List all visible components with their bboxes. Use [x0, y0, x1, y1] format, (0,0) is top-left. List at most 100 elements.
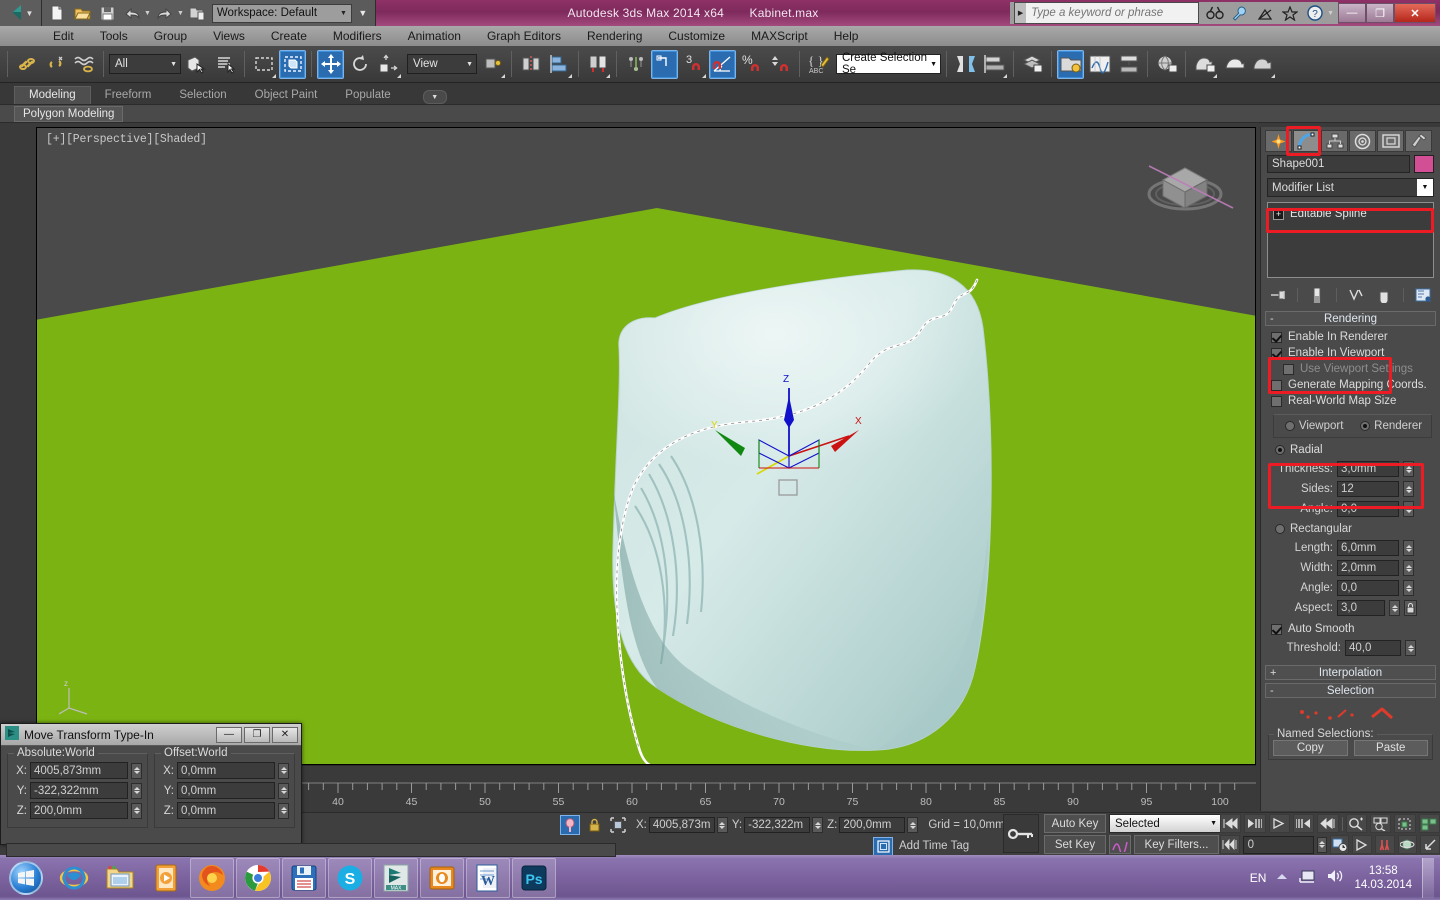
zoom-extents-all-icon[interactable] [1419, 814, 1440, 833]
go-to-end-icon[interactable] [1317, 814, 1338, 833]
aspect-input[interactable]: 3,0 [1337, 600, 1385, 616]
menu-item-help[interactable]: Help [821, 26, 872, 46]
spinner-icon[interactable] [1403, 560, 1414, 576]
coord-y-input[interactable]: -322,322m [744, 817, 810, 833]
spinner-icon[interactable] [1403, 540, 1414, 556]
application-button[interactable]: ▼ [0, 0, 42, 26]
offset-y-input[interactable]: 0,0mm [177, 782, 275, 799]
ribbon-tab-modeling[interactable]: Modeling [14, 86, 91, 104]
remove-modifier-icon[interactable] [1375, 287, 1393, 303]
spinner-icon[interactable] [1403, 461, 1414, 477]
menu-item-tools[interactable]: Tools [87, 26, 141, 46]
radial-angle-input[interactable]: 0,0 [1337, 501, 1399, 517]
material-editor-icon[interactable] [1153, 50, 1180, 79]
make-unique-icon[interactable] [1347, 287, 1365, 303]
chrome-icon[interactable] [236, 858, 280, 898]
selection-filter-combo[interactable]: All ▼ [109, 54, 181, 74]
configure-modifier-sets-icon[interactable] [1414, 287, 1432, 303]
clock[interactable]: 13:58 14.03.2014 [1354, 864, 1412, 892]
workspace-menu-icon[interactable]: ▼ [355, 8, 371, 18]
save-app-icon[interactable] [282, 858, 326, 898]
lock-aspect-icon[interactable] [1404, 600, 1417, 616]
save-icon[interactable] [96, 3, 118, 23]
radio-rectangular[interactable]: Rectangular [1271, 521, 1434, 537]
satellite-dish-icon[interactable] [1254, 3, 1276, 23]
viewport-perspective[interactable]: Z X Y [+][Perspective][Shaded] z [36, 127, 1256, 765]
angle-snap-toggle-icon[interactable] [709, 50, 736, 79]
show-desktop-button[interactable] [1422, 858, 1434, 898]
checkbox-use-viewport-settings[interactable]: Use Viewport Settings [1271, 361, 1434, 377]
object-name-field[interactable]: Shape001 [1267, 155, 1410, 173]
rollout-rendering-header[interactable]: - Rendering [1265, 311, 1436, 326]
snap-3-label[interactable]: 3 [680, 50, 707, 79]
orbit-icon[interactable] [1398, 835, 1418, 854]
display-tab[interactable] [1377, 130, 1404, 152]
stack-item-editable-spline[interactable]: + Editable Spline [1270, 205, 1431, 223]
undo-icon[interactable] [121, 3, 143, 23]
help-icon[interactable]: ? [1304, 3, 1326, 23]
modifier-list-combo[interactable]: Modifier List ▼ [1267, 178, 1434, 197]
length-input[interactable]: 6,0mm [1337, 540, 1399, 556]
start-button[interactable] [0, 858, 52, 898]
percent-snap-toggle-icon[interactable] [651, 50, 678, 79]
open-file-icon[interactable] [71, 3, 93, 23]
key-mode-toggle-small-icon[interactable] [1220, 835, 1240, 854]
spinner-icon[interactable] [131, 763, 142, 779]
search-input[interactable] [1026, 3, 1198, 23]
rendered-frame-window-icon[interactable] [1220, 50, 1247, 79]
spinner-icon[interactable] [1403, 501, 1414, 517]
zoom-icon[interactable] [1346, 814, 1367, 833]
window-crossing-toggle-icon[interactable] [279, 50, 306, 79]
isolate-selection-icon[interactable] [608, 815, 628, 835]
set-key-button[interactable]: Set Key [1044, 835, 1106, 854]
paste-button[interactable]: Paste [1354, 740, 1429, 756]
sub-object-level-buttons[interactable] [1265, 698, 1436, 730]
absolute-y-input[interactable]: -322,322mm [30, 782, 128, 799]
rect-angle-input[interactable]: 0,0 [1337, 580, 1399, 596]
select-and-scale-icon[interactable] [375, 50, 402, 79]
spinner-icon[interactable] [812, 817, 823, 833]
outlook-icon[interactable] [420, 858, 464, 898]
viewport-label[interactable]: [+][Perspective][Shaded] [46, 133, 207, 146]
spinner-icon[interactable] [278, 803, 289, 819]
modifier-stack[interactable]: + Editable Spline [1267, 202, 1434, 278]
redo-icon[interactable] [154, 3, 176, 23]
maximize-viewport-icon[interactable] [1420, 835, 1440, 854]
sides-input[interactable]: 12 [1337, 481, 1399, 497]
spinner-icon[interactable] [1405, 640, 1416, 656]
next-frame-icon[interactable] [1293, 814, 1314, 833]
select-object-icon[interactable] [183, 50, 210, 79]
dialog-close-button[interactable]: ✕ [272, 727, 298, 743]
curve-editor-icon[interactable] [1086, 50, 1113, 79]
star-icon[interactable] [1279, 3, 1301, 23]
checkbox-enable-in-renderer[interactable]: Enable In Renderer [1271, 329, 1434, 345]
key-mode-toggle-icon[interactable] [1003, 814, 1039, 853]
checkbox-real-world-map-size[interactable]: Real-World Map Size [1271, 393, 1434, 409]
absolute-z-input[interactable]: 200,0mm [30, 802, 128, 819]
move-transform-gizmo[interactable]: Z X Y [697, 368, 877, 498]
spinner-icon[interactable] [278, 763, 289, 779]
radio-renderer[interactable]: Renderer [1360, 420, 1422, 432]
internet-explorer-icon[interactable] [52, 858, 96, 898]
layer-manager-icon[interactable] [1019, 50, 1046, 79]
ribbon-tab-selection[interactable]: Selection [165, 87, 240, 104]
maximize-button[interactable]: ❐ [1366, 3, 1394, 23]
checkbox-generate-mapping-coords[interactable]: Generate Mapping Coords. [1271, 377, 1434, 393]
spinner-icon[interactable] [278, 783, 289, 799]
taskbar-window-tab[interactable] [6, 843, 616, 857]
coord-z-input[interactable]: 200,0mm [839, 817, 905, 833]
width-input[interactable]: 2,0mm [1337, 560, 1399, 576]
close-button[interactable]: ✕ [1394, 3, 1436, 23]
absolute-x-input[interactable]: 4005,873mm [30, 762, 128, 779]
object-color-swatch[interactable] [1414, 155, 1434, 173]
dialog-maximize-button[interactable]: ❐ [244, 727, 270, 743]
ribbon-collapse-icon[interactable]: ▼ [423, 90, 447, 104]
radio-radial[interactable]: Radial [1271, 442, 1434, 458]
spinner-icon[interactable] [1403, 580, 1414, 596]
new-file-icon[interactable] [46, 3, 68, 23]
ribbon-tab-populate[interactable]: Populate [331, 87, 404, 104]
pin-stack-icon[interactable] [1269, 287, 1287, 303]
dialog-minimize-button[interactable]: — [216, 727, 242, 743]
show-end-result-icon[interactable] [1308, 287, 1326, 303]
select-and-move-icon[interactable] [317, 50, 344, 79]
